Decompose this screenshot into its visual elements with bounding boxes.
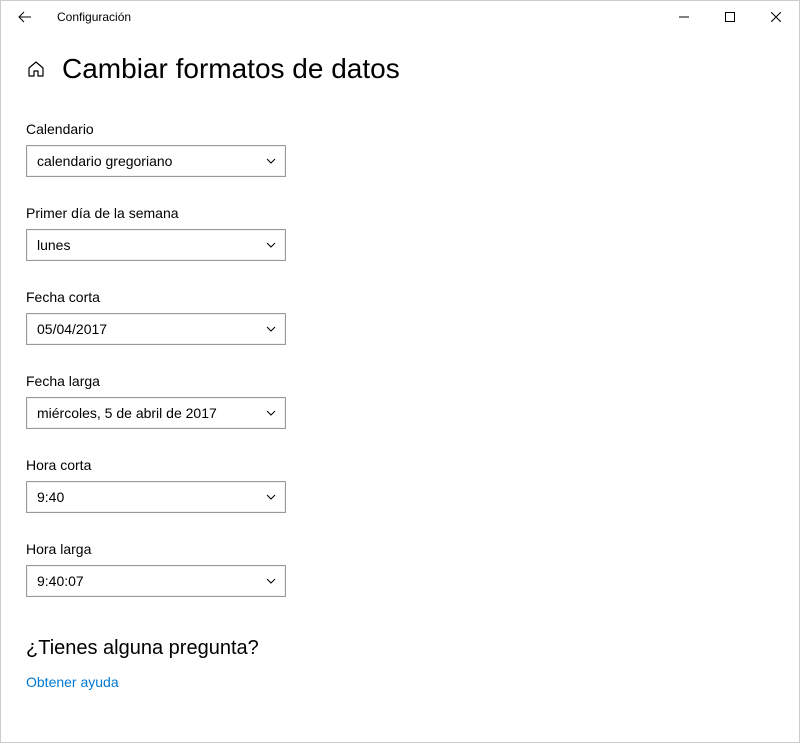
chevron-down-icon	[265, 575, 277, 587]
chevron-down-icon	[265, 407, 277, 419]
field-long-time: Hora larga 9:40:07	[26, 541, 774, 597]
short-date-label: Fecha corta	[26, 289, 774, 305]
maximize-icon	[725, 12, 735, 22]
first-day-dropdown[interactable]: lunes	[26, 229, 286, 261]
chevron-down-icon	[265, 155, 277, 167]
back-button[interactable]	[9, 1, 41, 33]
short-time-dropdown[interactable]: 9:40	[26, 481, 286, 513]
calendar-dropdown[interactable]: calendario gregoriano	[26, 145, 286, 177]
chevron-down-icon	[265, 491, 277, 503]
first-day-value: lunes	[37, 237, 265, 253]
close-button[interactable]	[753, 1, 799, 33]
calendar-label: Calendario	[26, 121, 774, 137]
field-short-time: Hora corta 9:40	[26, 457, 774, 513]
chevron-down-icon	[265, 239, 277, 251]
first-day-label: Primer día de la semana	[26, 205, 774, 221]
help-section: ¿Tienes alguna pregunta? Obtener ayuda	[26, 637, 774, 692]
calendar-value: calendario gregoriano	[37, 153, 265, 169]
maximize-button[interactable]	[707, 1, 753, 33]
long-time-value: 9:40:07	[37, 573, 265, 589]
minimize-button[interactable]	[661, 1, 707, 33]
field-first-day: Primer día de la semana lunes	[26, 205, 774, 261]
help-link[interactable]: Obtener ayuda	[26, 674, 119, 690]
minimize-icon	[679, 12, 689, 22]
window-title: Configuración	[41, 10, 131, 24]
short-date-value: 05/04/2017	[37, 321, 265, 337]
short-date-dropdown[interactable]: 05/04/2017	[26, 313, 286, 345]
long-date-label: Fecha larga	[26, 373, 774, 389]
arrow-left-icon	[18, 10, 32, 24]
short-time-label: Hora corta	[26, 457, 774, 473]
field-short-date: Fecha corta 05/04/2017	[26, 289, 774, 345]
field-long-date: Fecha larga miércoles, 5 de abril de 201…	[26, 373, 774, 429]
long-time-label: Hora larga	[26, 541, 774, 557]
long-date-value: miércoles, 5 de abril de 2017	[37, 405, 265, 421]
field-calendar: Calendario calendario gregoriano	[26, 121, 774, 177]
page-header: Cambiar formatos de datos	[26, 53, 774, 85]
home-icon	[27, 60, 45, 78]
content-area: Cambiar formatos de datos Calendario cal…	[1, 33, 799, 712]
help-heading: ¿Tienes alguna pregunta?	[26, 637, 774, 660]
titlebar: Configuración	[1, 1, 799, 33]
chevron-down-icon	[265, 323, 277, 335]
long-date-dropdown[interactable]: miércoles, 5 de abril de 2017	[26, 397, 286, 429]
window-controls	[661, 1, 799, 33]
page-title: Cambiar formatos de datos	[62, 53, 400, 85]
home-button[interactable]	[26, 59, 46, 79]
long-time-dropdown[interactable]: 9:40:07	[26, 565, 286, 597]
close-icon	[771, 12, 781, 22]
short-time-value: 9:40	[37, 489, 265, 505]
